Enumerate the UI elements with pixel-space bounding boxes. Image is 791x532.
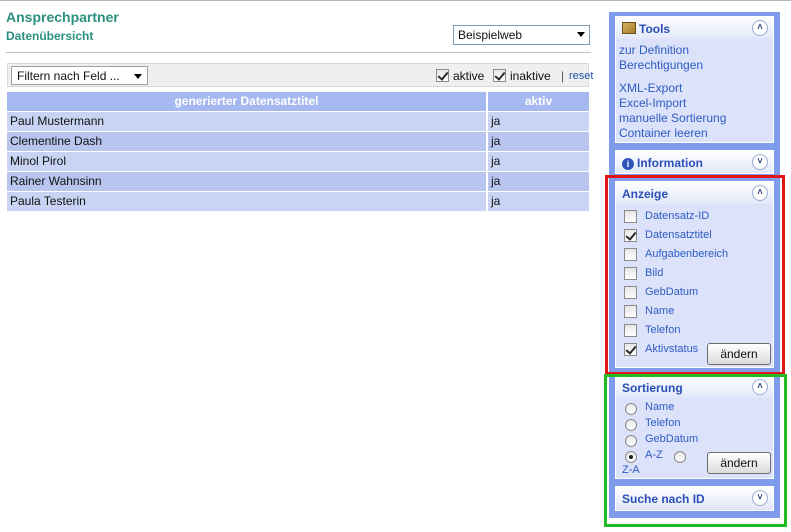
expand-icon[interactable]: ˅ [752, 154, 768, 170]
cell-title[interactable]: Clementine Dash [7, 130, 488, 151]
link-gap [619, 73, 770, 81]
inaktive-label: inaktive [510, 69, 551, 83]
inaktive-filter[interactable]: inaktive [493, 69, 551, 83]
table-row[interactable]: Clementine Dash ja [7, 130, 589, 151]
link-berechtigungen[interactable]: Berechtigungen [619, 58, 770, 73]
reset-link[interactable]: reset [569, 70, 593, 82]
page-title: Ansprechpartner [6, 9, 119, 25]
tools-panel-header[interactable]: Tools ˄ [616, 17, 773, 39]
cell-title[interactable]: Minol Pirol [7, 150, 488, 171]
collapse-icon[interactable]: ˄ [752, 20, 768, 36]
tools-panel: Tools ˄ zur Definition Berechtigungen XM… [615, 16, 774, 143]
aktive-checkbox[interactable] [436, 69, 449, 83]
chevron-down-icon [134, 74, 142, 79]
header-divider [6, 52, 591, 53]
cell-aktiv: ja [487, 130, 589, 151]
info-icon: i [622, 158, 634, 170]
information-title: Information [637, 156, 703, 170]
inaktive-checkbox[interactable] [493, 69, 506, 83]
link-xml-export[interactable]: XML-Export [619, 81, 770, 96]
aktive-filter[interactable]: aktive [436, 69, 484, 83]
highlight-box-red [605, 175, 785, 375]
tools-icon [622, 22, 636, 34]
chevron-down-icon [577, 32, 585, 37]
web-select-dropdown[interactable]: Beispielweb [453, 25, 590, 45]
table-row[interactable]: Minol Pirol ja [7, 150, 589, 171]
filter-field-dropdown[interactable]: Filtern nach Feld ... [11, 66, 148, 85]
tools-title: Tools [639, 22, 671, 36]
highlight-box-green [604, 374, 787, 527]
filter-field-value: Filtern nach Feld ... [17, 69, 120, 83]
cell-aktiv: ja [487, 150, 589, 171]
link-container-leeren[interactable]: Container leeren [619, 126, 770, 141]
page-subtitle: Datenübersicht [6, 29, 94, 43]
cell-aktiv: ja [487, 190, 589, 211]
table-header-row: generierter Datensatztitel aktiv [7, 92, 589, 111]
cell-title[interactable]: Paula Testerin [7, 190, 488, 211]
records-table: generierter Datensatztitel aktiv Paul Mu… [7, 92, 589, 211]
table-row[interactable]: Paula Testerin ja [7, 190, 589, 211]
column-header-aktiv[interactable]: aktiv [487, 92, 589, 111]
link-excel-import[interactable]: Excel-Import [619, 96, 770, 111]
link-zur-definition[interactable]: zur Definition [619, 43, 770, 58]
filter-bar: Filtern nach Feld ... aktive inaktive | … [7, 63, 593, 87]
link-manuelle-sortierung[interactable]: manuelle Sortierung [619, 111, 770, 126]
filter-separator: | [561, 69, 565, 83]
table-row[interactable]: Rainer Wahnsinn ja [7, 170, 589, 191]
information-panel: i Information ˅ [615, 150, 774, 174]
tools-panel-body: zur Definition Berechtigungen XML-Export… [616, 39, 773, 145]
cell-aktiv: ja [487, 110, 589, 131]
information-panel-header[interactable]: i Information ˅ [616, 151, 773, 173]
aktive-label: aktive [453, 69, 485, 83]
web-select-value: Beispielweb [458, 28, 523, 42]
cell-title[interactable]: Rainer Wahnsinn [7, 170, 488, 191]
table-row[interactable]: Paul Mustermann ja [7, 110, 589, 131]
column-header-title[interactable]: generierter Datensatztitel [7, 92, 488, 111]
cell-title[interactable]: Paul Mustermann [7, 110, 488, 131]
top-border [0, 0, 791, 1]
cell-aktiv: ja [487, 170, 589, 191]
